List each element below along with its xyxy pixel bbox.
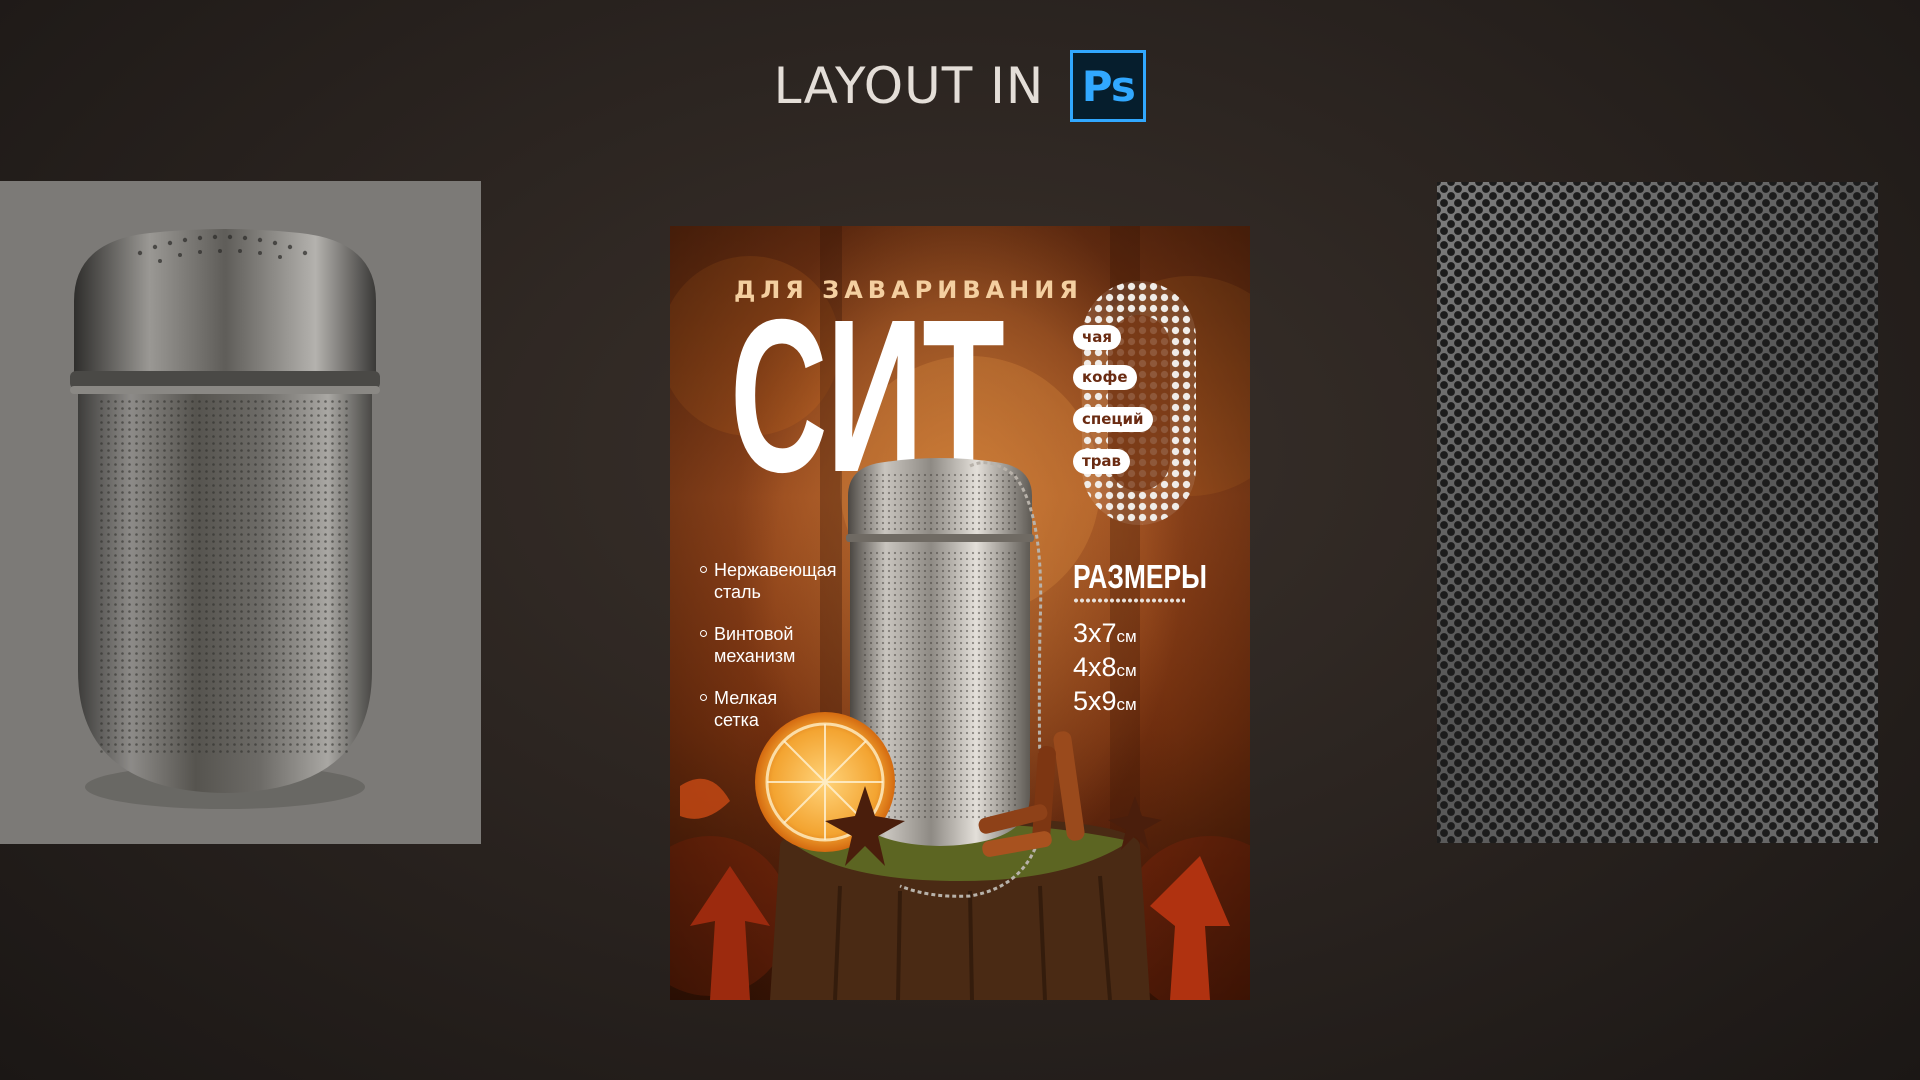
header: LAYOUT IN Ps	[0, 46, 1920, 126]
perforated-metal-texture	[1437, 182, 1878, 843]
infuser-photo-panel	[0, 181, 481, 844]
size-value: 5x9	[1073, 686, 1117, 716]
sizes-underline	[1073, 598, 1185, 603]
size-unit: см	[1116, 627, 1137, 646]
size-value: 3x7	[1073, 618, 1117, 648]
header-title: LAYOUT IN	[773, 57, 1045, 115]
feature-line: сетка	[714, 710, 759, 730]
size-value: 4x8	[1073, 652, 1117, 682]
photoshop-logo-icon: Ps	[1070, 50, 1147, 122]
infuser-photo-icon	[70, 229, 380, 809]
size-unit: см	[1116, 695, 1137, 714]
infuser-product-icon	[680, 458, 1230, 1000]
feature-line: механизм	[714, 646, 796, 666]
size-row: 5x9см	[1073, 686, 1137, 717]
feature-line: Мелкая	[714, 688, 778, 708]
product-poster: ДЛЯ ЗАВАРИВАНИЯ СИТ чая кофе специй трав	[670, 226, 1250, 1000]
bullet-icon	[700, 630, 707, 637]
bullet-icon	[700, 566, 707, 573]
feature-line: сталь	[714, 582, 761, 602]
size-row: 3x7см	[1073, 618, 1137, 649]
size-unit: см	[1116, 661, 1137, 680]
bullet-icon	[700, 694, 707, 701]
feature-line: Винтовой	[714, 624, 794, 644]
sizes-title: РАЗМЕРЫ	[1073, 558, 1207, 595]
size-row: 4x8см	[1073, 652, 1137, 683]
feature-line: Нержавеющая	[714, 560, 837, 580]
